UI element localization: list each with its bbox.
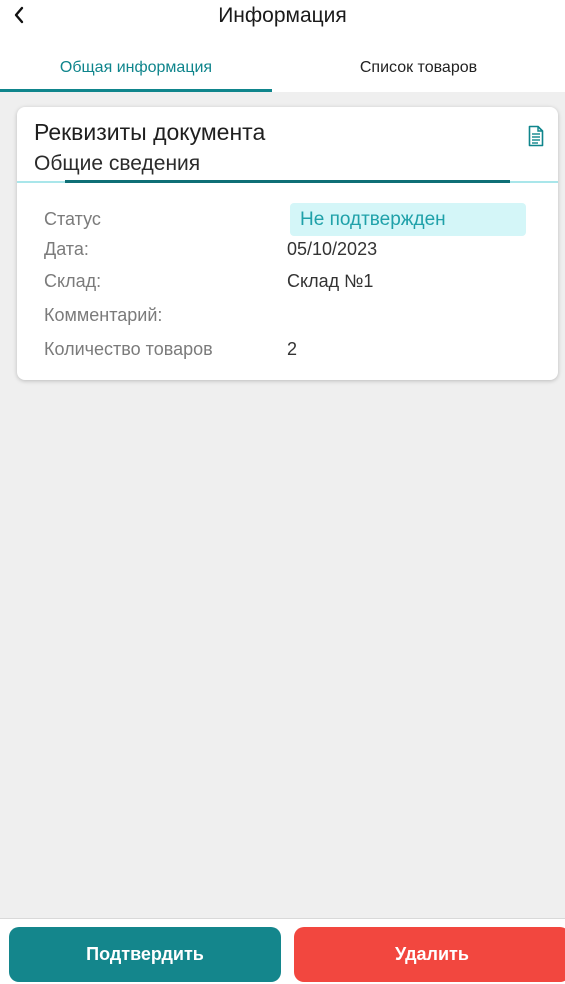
delete-button[interactable]: Удалить — [294, 927, 565, 982]
content-area: Реквизиты документа Общие сведения Стату… — [0, 92, 565, 918]
card-title: Реквизиты документа — [34, 119, 266, 145]
warehouse-row: Склад: Склад №1 — [44, 267, 544, 297]
comment-label: Комментарий: — [44, 305, 163, 325]
card-subtitle: Общие сведения — [34, 152, 201, 175]
tab-general-info-label: Общая информация — [59, 59, 213, 76]
tab-bar: Общая информация Список товаров — [0, 44, 565, 92]
items-count-value: 2 — [287, 339, 298, 359]
warehouse-value: Склад №1 — [287, 271, 374, 291]
tab-general-info[interactable]: Общая информация — [0, 44, 272, 92]
date-label: Дата: — [44, 239, 89, 259]
status-badge: Не подтвержден — [290, 203, 526, 236]
date-value: 05/10/2023 — [287, 239, 378, 259]
confirm-button[interactable]: Подтвердить — [9, 927, 281, 982]
card-divider-accent — [65, 180, 510, 183]
items-count-label: Количество товаров — [44, 339, 213, 359]
items-count-row: Количество товаров 2 — [44, 335, 544, 365]
document-icon[interactable] — [528, 123, 544, 149]
tab-product-list[interactable]: Список товаров — [272, 44, 565, 92]
warehouse-label: Склад: — [44, 271, 102, 291]
action-bar: Подтвердить Удалить — [0, 919, 565, 984]
app-header: Информация — [0, 0, 565, 44]
document-details-card: Реквизиты документа Общие сведения Стату… — [17, 107, 558, 380]
date-row: Дата: 05/10/2023 — [44, 235, 544, 265]
comment-row: Комментарий: — [44, 301, 544, 331]
page-title: Информация — [218, 4, 347, 27]
status-row: Статус Не подтвержден — [44, 203, 544, 236]
tab-product-list-label: Список товаров — [359, 59, 478, 76]
status-label: Статус — [44, 209, 101, 229]
